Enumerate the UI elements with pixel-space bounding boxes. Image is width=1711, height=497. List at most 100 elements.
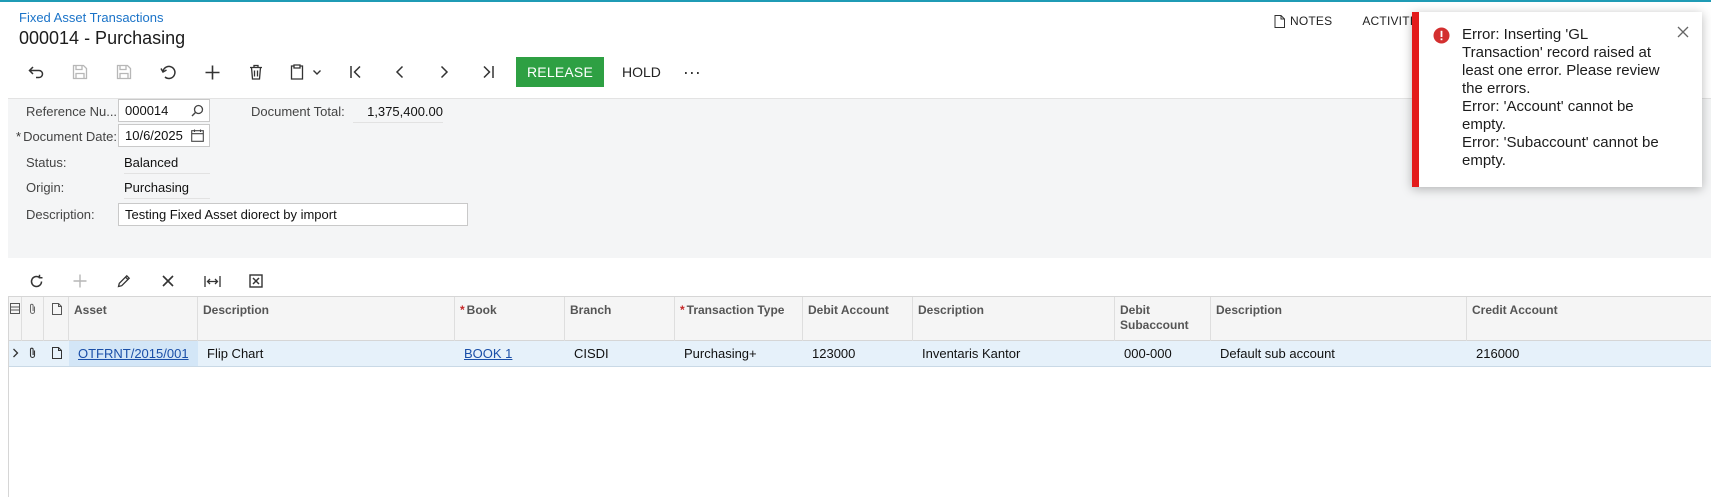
add-row-button[interactable] — [58, 266, 102, 296]
document-date-label-text: Document Date: — [23, 129, 117, 144]
origin-label: Origin: — [26, 180, 65, 195]
revert-icon — [160, 65, 176, 79]
more-actions-button[interactable]: ··· — [675, 57, 709, 87]
col-description[interactable]: Description — [198, 297, 455, 341]
notes-label: NOTES — [1290, 14, 1333, 28]
delete-button[interactable] — [234, 56, 278, 88]
main-toolbar: RELEASE HOLD ··· — [14, 56, 709, 88]
document-icon — [52, 347, 62, 359]
row-note[interactable] — [44, 341, 69, 366]
notes-button[interactable]: NOTES — [1274, 14, 1332, 28]
search-icon[interactable] — [191, 104, 204, 117]
save-icon — [116, 64, 132, 80]
cell-credit-account[interactable]: 216000 — [1467, 341, 1711, 366]
cancel-button[interactable] — [146, 56, 190, 88]
cell-description[interactable]: Flip Chart — [198, 341, 455, 366]
note-header — [44, 297, 69, 341]
cell-book[interactable]: BOOK 1 — [455, 341, 565, 366]
cell-debit-subaccount-description[interactable]: Default sub account — [1211, 341, 1467, 366]
table-row[interactable]: OTFRNT/2015/001 Flip Chart BOOK 1 CISDI … — [9, 341, 1711, 367]
breadcrumb[interactable]: Fixed Asset Transactions — [19, 10, 164, 25]
col-branch[interactable]: Branch — [565, 297, 675, 341]
undo-button[interactable] — [14, 56, 58, 88]
row-expand-toggle[interactable] — [9, 341, 22, 366]
col-book[interactable]: * Book — [455, 297, 565, 341]
col-debit-account-description[interactable]: Description — [913, 297, 1115, 341]
row-settings-header[interactable] — [9, 297, 22, 341]
document-icon — [1274, 14, 1285, 28]
excel-icon — [249, 274, 263, 288]
fit-columns-button[interactable] — [190, 266, 234, 296]
reference-value: 000014 — [125, 103, 169, 118]
status-label: Status: — [26, 155, 67, 170]
copy-paste-button[interactable] — [278, 56, 334, 88]
next-record-button[interactable] — [422, 56, 466, 88]
save-and-close-button[interactable] — [58, 56, 102, 88]
cell-debit-subaccount[interactable]: 000-000 — [1115, 341, 1211, 366]
plus-icon — [205, 65, 219, 79]
pencil-icon — [117, 274, 131, 288]
export-excel-button[interactable] — [234, 266, 278, 296]
col-credit-account[interactable]: Credit Account — [1467, 297, 1711, 341]
document-total-value: 1,375,400.00 — [353, 104, 443, 123]
last-icon — [483, 65, 494, 79]
error-notification: Error: Inserting 'GL Transaction' record… — [1412, 12, 1702, 187]
trash-icon — [250, 64, 262, 80]
first-record-button[interactable] — [334, 56, 378, 88]
close-notification-button[interactable] — [1674, 23, 1692, 41]
col-debit-account[interactable]: Debit Account — [803, 297, 913, 341]
page-title: 000014 - Purchasing — [19, 28, 186, 48]
origin-value: Purchasing — [124, 180, 210, 199]
cell-asset[interactable]: OTFRNT/2015/001 — [69, 341, 198, 366]
delete-row-button[interactable] — [146, 266, 190, 296]
activities-button[interactable]: ACTIVITI — [1362, 14, 1413, 28]
hold-button[interactable]: HOLD — [612, 57, 671, 87]
chevron-right-icon — [13, 348, 19, 358]
col-book-label: Book — [466, 303, 497, 317]
last-record-button[interactable] — [466, 56, 510, 88]
fit-width-icon — [203, 275, 221, 287]
required-marker: * — [460, 303, 465, 317]
col-debit-subaccount[interactable]: Debit Subaccount — [1115, 297, 1211, 341]
cell-debit-account-description[interactable]: Inventaris Kantor — [913, 341, 1115, 366]
first-icon — [350, 65, 361, 79]
col-debit-subaccount-description[interactable]: Description — [1211, 297, 1467, 341]
error-message: Error: Inserting 'GL Transaction' record… — [1462, 26, 1672, 170]
error-line: Error: 'Subaccount' cannot be empty. — [1462, 134, 1659, 169]
description-value: Testing Fixed Asset diorect by import — [125, 207, 337, 222]
paperclip-icon — [30, 303, 35, 314]
attachment-header — [22, 297, 44, 341]
plus-icon — [73, 274, 87, 288]
settings-icon — [10, 303, 20, 314]
previous-record-button[interactable] — [378, 56, 422, 88]
chevron-down-icon — [313, 70, 321, 75]
reference-input[interactable]: 000014 — [118, 99, 210, 122]
description-input[interactable]: Testing Fixed Asset diorect by import — [118, 203, 468, 226]
col-asset[interactable]: Asset — [69, 297, 198, 341]
error-line: Error: 'Account' cannot be empty. — [1462, 98, 1634, 133]
col-transaction-type[interactable]: * Transaction Type — [675, 297, 803, 341]
save-close-icon — [72, 64, 88, 80]
add-button[interactable] — [190, 56, 234, 88]
release-button[interactable]: RELEASE — [516, 57, 604, 87]
document-date-label: * Document Date: — [16, 129, 117, 144]
required-marker: * — [680, 303, 685, 317]
top-accent-line — [0, 0, 1711, 2]
row-attachment[interactable] — [22, 341, 44, 366]
close-icon — [162, 275, 174, 287]
document-date-input[interactable]: 10/6/2025 — [118, 124, 210, 147]
refresh-icon — [30, 274, 42, 287]
chevron-right-icon — [440, 65, 449, 79]
activities-label: ACTIVITI — [1362, 14, 1414, 28]
cell-branch[interactable]: CISDI — [565, 341, 675, 366]
error-line: Error: Inserting 'GL Transaction' record… — [1462, 26, 1660, 97]
cell-debit-account[interactable]: 123000 — [803, 341, 913, 366]
document-icon — [52, 303, 62, 315]
status-value: Balanced — [124, 155, 210, 174]
cell-transaction-type[interactable]: Purchasing+ — [675, 341, 803, 366]
refresh-button[interactable] — [14, 266, 58, 296]
save-button[interactable] — [102, 56, 146, 88]
edit-row-button[interactable] — [102, 266, 146, 296]
calendar-icon[interactable] — [191, 129, 204, 142]
document-total-label: Document Total: — [251, 104, 345, 119]
